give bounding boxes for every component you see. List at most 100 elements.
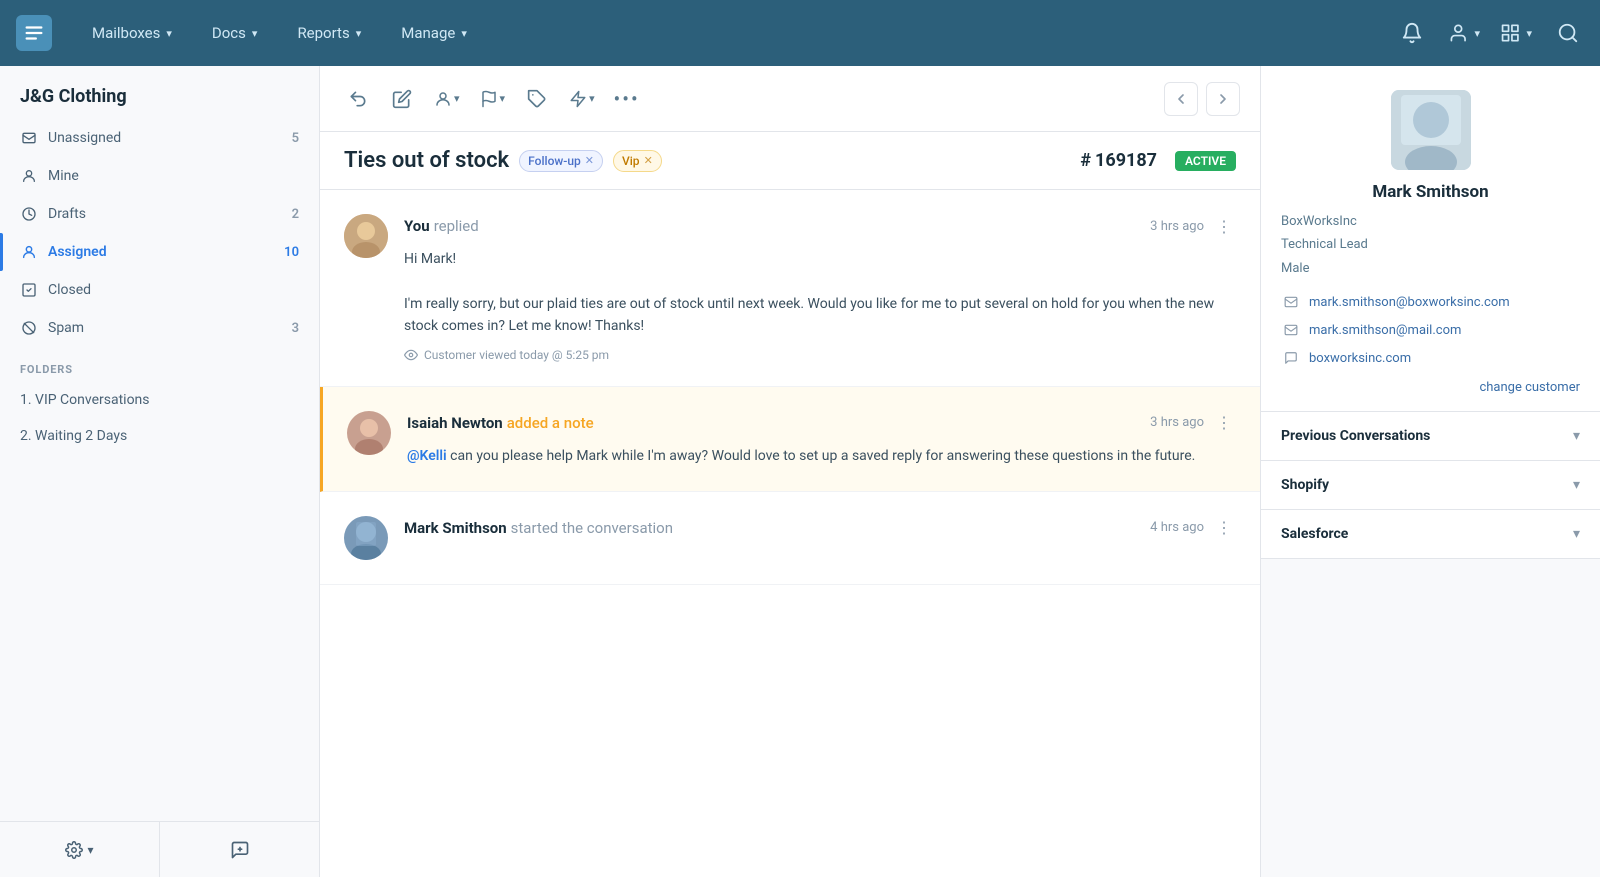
- sidebar: J&G Clothing Unassigned 5 Mi: [0, 66, 320, 877]
- prev-conversation-button[interactable]: [1164, 82, 1198, 116]
- sidebar-nav: Unassigned 5 Mine Drafts: [0, 119, 319, 821]
- customer-card: Mark Smithson BoxWorksInc Technical Lead…: [1261, 66, 1600, 412]
- spam-label: Spam: [48, 320, 84, 336]
- customer-photo: [1391, 90, 1471, 170]
- email2-icon: [1281, 320, 1301, 340]
- website-icon: [1281, 348, 1301, 368]
- message-time: 3 hrs ago: [1150, 415, 1204, 430]
- message-header: You replied 3 hrs ago ⋮: [404, 214, 1236, 238]
- next-conversation-button[interactable]: [1206, 82, 1240, 116]
- closed-label: Closed: [48, 282, 91, 298]
- previous-conversations-title: Previous Conversations: [1281, 428, 1573, 444]
- vip-remove-icon[interactable]: ✕: [644, 154, 653, 167]
- status-badge: ACTIVE: [1175, 151, 1236, 171]
- email2-value: mark.smithson@mail.com: [1309, 323, 1461, 338]
- message-action: replied: [434, 217, 479, 235]
- notification-bell-icon[interactable]: [1396, 17, 1428, 49]
- folder-waiting-label: 2. Waiting 2 Days: [20, 428, 127, 444]
- action-button[interactable]: ▾: [563, 81, 601, 117]
- avatar: [347, 411, 391, 455]
- shopify-chevron-icon: ▾: [1573, 477, 1580, 493]
- topnav-right: ▾ ▾: [1396, 17, 1584, 49]
- sidebar-folder-waiting[interactable]: 2. Waiting 2 Days: [0, 418, 319, 454]
- message-action-note: added a note: [507, 414, 594, 432]
- undo-button[interactable]: [340, 81, 376, 117]
- previous-conversations-header[interactable]: Previous Conversations ▾: [1261, 412, 1600, 460]
- main-layout: J&G Clothing Unassigned 5 Mi: [0, 66, 1600, 877]
- reports-chevron-icon: ▾: [356, 27, 362, 40]
- message-sender: Isaiah Newton: [407, 414, 503, 432]
- customer-company: BoxWorksInc: [1281, 210, 1580, 233]
- toolbar: ▾ ▾ ▾ •••: [320, 66, 1260, 132]
- settings-button[interactable]: ▾: [0, 822, 159, 877]
- new-conversation-button[interactable]: [160, 822, 319, 877]
- sidebar-folder-vip[interactable]: 1. VIP Conversations: [0, 382, 319, 418]
- message-more-icon[interactable]: ⋮: [1212, 516, 1236, 540]
- user-chevron-icon: ▾: [1474, 27, 1480, 40]
- conversation-header: Ties out of stock Follow-up ✕ Vip ✕ # 16…: [320, 132, 1260, 190]
- avatar: [344, 516, 388, 560]
- closed-icon: [20, 281, 38, 299]
- badge-vip[interactable]: Vip ✕: [613, 150, 662, 172]
- flag-chevron-icon: ▾: [500, 92, 506, 105]
- message-text: @Kelli can you please help Mark while I'…: [407, 445, 1236, 467]
- nav-mailboxes[interactable]: Mailboxes ▾: [84, 20, 180, 46]
- flag-button[interactable]: ▾: [474, 81, 512, 117]
- settings-chevron-icon: ▾: [1526, 27, 1532, 40]
- change-customer-link[interactable]: change customer: [1479, 380, 1580, 395]
- edit-button[interactable]: [384, 81, 420, 117]
- message-time: 3 hrs ago: [1150, 219, 1204, 234]
- user-avatar-icon[interactable]: ▾: [1448, 17, 1480, 49]
- contact-website: boxworksinc.com: [1281, 348, 1580, 368]
- conversation-number: # 169187: [1080, 150, 1157, 171]
- sidebar-item-mine[interactable]: Mine: [0, 157, 319, 195]
- shopify-title: Shopify: [1281, 477, 1573, 493]
- message-header: Mark Smithson started the conversation 4…: [404, 516, 1236, 540]
- tag-button[interactable]: [519, 81, 555, 117]
- action-chevron-icon: ▾: [589, 92, 595, 105]
- message-text: Hi Mark! I'm really sorry, but our plaid…: [404, 248, 1236, 338]
- unassigned-count: 5: [292, 131, 299, 146]
- message-body: Mark Smithson started the conversation 4…: [404, 516, 1236, 560]
- sidebar-item-closed[interactable]: Closed: [0, 271, 319, 309]
- sidebar-bottom: ▾: [0, 821, 319, 877]
- messages-list: You replied 3 hrs ago ⋮ Hi Mark! I'm rea…: [320, 190, 1260, 877]
- nav-docs[interactable]: Docs ▾: [204, 20, 266, 46]
- assigned-count: 10: [284, 245, 299, 260]
- app-logo: [16, 15, 52, 51]
- more-button[interactable]: •••: [609, 81, 645, 117]
- avatar: [344, 214, 388, 258]
- salesforce-header[interactable]: Salesforce ▾: [1261, 510, 1600, 558]
- unassigned-icon: [20, 129, 38, 147]
- top-nav: Mailboxes ▾ Docs ▾ Reports ▾ Manage ▾ ▾ …: [0, 0, 1600, 66]
- message-more-icon[interactable]: ⋮: [1212, 214, 1236, 238]
- manage-chevron-icon: ▾: [461, 27, 467, 40]
- message-header: Isaiah Newton added a note 3 hrs ago ⋮: [407, 411, 1236, 435]
- assign-chevron-icon: ▾: [454, 92, 460, 105]
- message-more-icon[interactable]: ⋮: [1212, 411, 1236, 435]
- message-item-start: Mark Smithson started the conversation 4…: [320, 492, 1260, 585]
- followup-remove-icon[interactable]: ✕: [585, 154, 594, 167]
- folder-vip-label: 1. VIP Conversations: [20, 392, 150, 408]
- shopify-header[interactable]: Shopify ▾: [1261, 461, 1600, 509]
- customer-contact: mark.smithson@boxworksinc.com mark.smith…: [1281, 292, 1580, 368]
- drafts-count: 2: [292, 207, 299, 222]
- sidebar-item-unassigned[interactable]: Unassigned 5: [0, 119, 319, 157]
- nav-reports[interactable]: Reports ▾: [289, 20, 369, 46]
- sidebar-item-drafts[interactable]: Drafts 2: [0, 195, 319, 233]
- search-icon[interactable]: [1552, 17, 1584, 49]
- nav-manage[interactable]: Manage ▾: [393, 20, 475, 46]
- sidebar-item-assigned[interactable]: Assigned 10: [0, 233, 319, 271]
- mailbox-title: J&G Clothing: [0, 66, 319, 119]
- assign-button[interactable]: ▾: [428, 81, 466, 117]
- unassigned-label: Unassigned: [48, 130, 121, 146]
- mailboxes-chevron-icon: ▾: [166, 27, 172, 40]
- message-time: 4 hrs ago: [1150, 520, 1204, 535]
- folders-section-label: FOLDERS: [0, 347, 319, 382]
- sidebar-item-spam[interactable]: Spam 3: [0, 309, 319, 347]
- settings-icon[interactable]: ▾: [1500, 17, 1532, 49]
- badge-followup[interactable]: Follow-up ✕: [519, 150, 603, 172]
- docs-chevron-icon: ▾: [252, 27, 258, 40]
- website-value: boxworksinc.com: [1309, 351, 1411, 366]
- message-item: You replied 3 hrs ago ⋮ Hi Mark! I'm rea…: [320, 190, 1260, 387]
